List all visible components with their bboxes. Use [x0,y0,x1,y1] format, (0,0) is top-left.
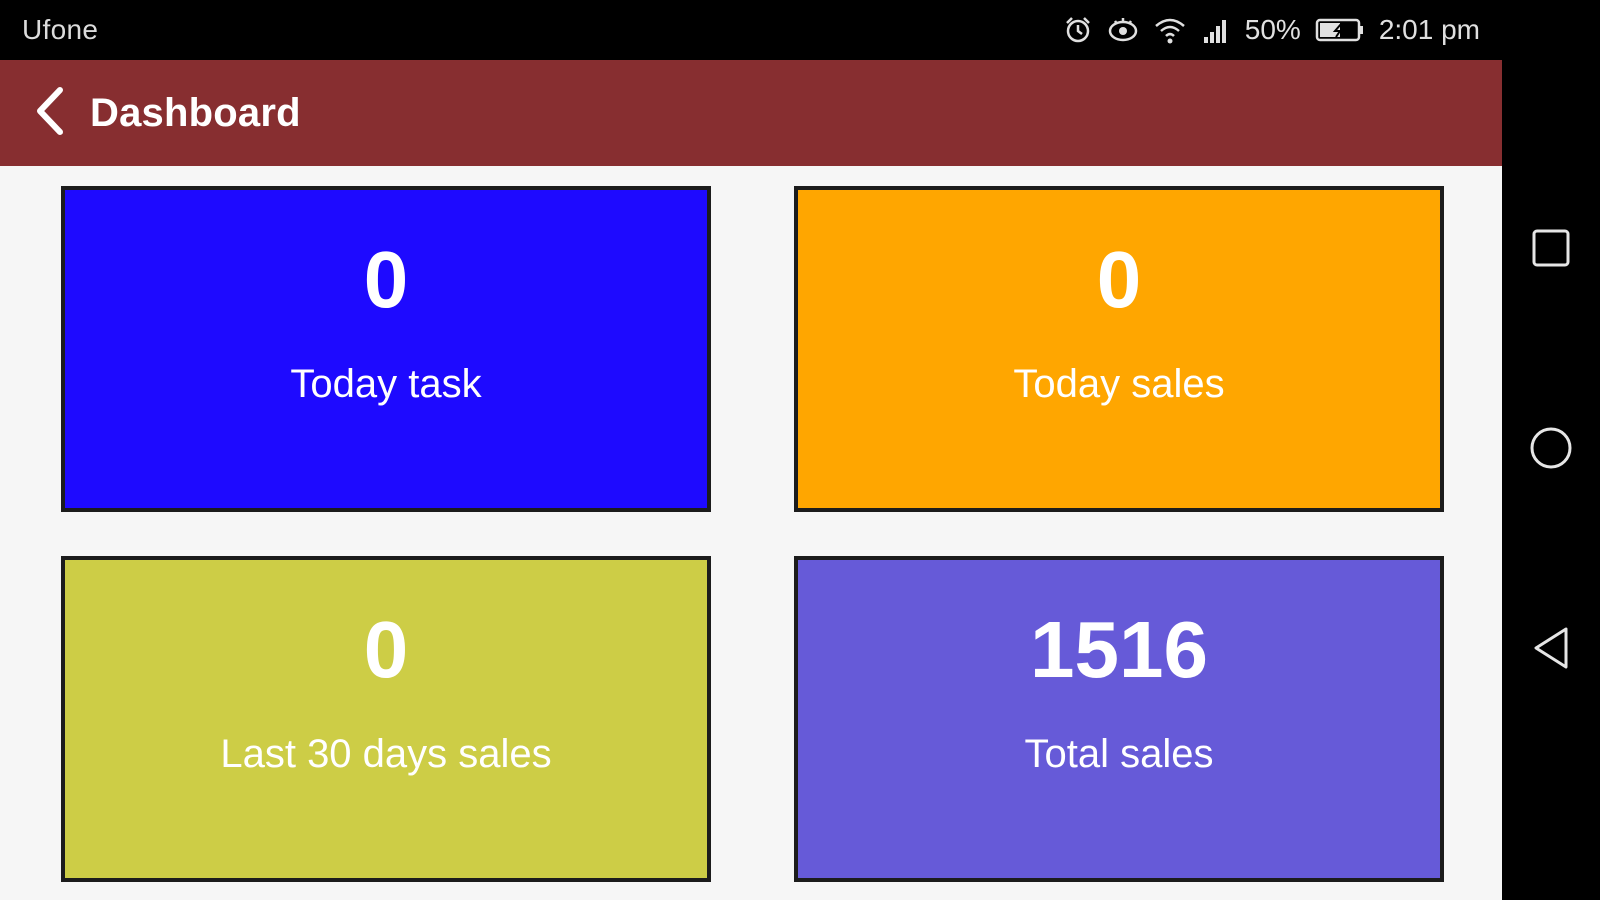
eye-icon [1107,15,1139,45]
last-30-days-sales-value: 0 [363,605,409,694]
home-icon [1527,424,1575,477]
today-sales-card[interactable]: 0 Today sales [794,186,1444,512]
today-sales-label: Today sales [1013,362,1225,406]
chevron-left-icon [32,84,68,143]
signal-icon [1201,15,1231,45]
total-sales-label: Total sales [1024,732,1214,776]
recent-apps-button[interactable] [1523,222,1579,278]
alarm-icon [1063,15,1093,45]
status-bar: Ufone 50% 2:01 pm [0,0,1502,60]
back-button[interactable] [24,83,76,143]
wifi-icon [1153,15,1187,45]
total-sales-card[interactable]: 1516 Total sales [794,556,1444,882]
battery-icon [1315,16,1365,44]
today-sales-value: 0 [1096,235,1142,324]
last-30-days-sales-label: Last 30 days sales [220,732,552,776]
today-task-value: 0 [363,235,409,324]
back-triangle-icon [1529,624,1573,677]
last-30-days-sales-card[interactable]: 0 Last 30 days sales [61,556,711,882]
recent-apps-icon [1529,226,1573,275]
app-bar: Dashboard [0,60,1502,166]
dashboard-content: 0 Today task 0 Today sales 0 Last 30 day… [0,166,1502,900]
clock-time: 2:01 pm [1378,14,1480,45]
system-back-button[interactable] [1523,622,1579,678]
status-icons: 50% 2:01 pm [1063,14,1480,46]
carrier-name: Ufone [22,14,99,45]
total-sales-value: 1516 [1030,605,1208,694]
today-task-card[interactable]: 0 Today task [61,186,711,512]
battery-percent: 50% [1244,14,1301,45]
navigation-bar [1502,0,1600,900]
today-task-label: Today task [290,362,482,406]
home-button[interactable] [1523,422,1579,478]
android-screen: Ufone 50% 2:01 pm Dashboard 0 Today task… [0,0,1600,900]
page-title: Dashboard [90,90,301,135]
